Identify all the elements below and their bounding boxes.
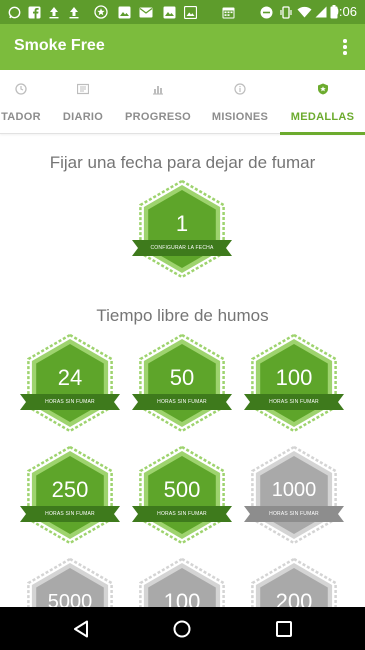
medal-caption: HORAS SIN FUMAR [157, 399, 207, 405]
shield-icon [317, 82, 329, 95]
medal-number: 250 [51, 477, 89, 503]
section-title-smoke-free-time: Tiempo libre de humos [96, 306, 269, 325]
star-badge-icon [93, 4, 109, 20]
upload-icon [46, 4, 62, 20]
tab-label: PROGRESO [125, 111, 191, 123]
back-icon[interactable] [70, 617, 94, 641]
medal-number: 50 [169, 365, 195, 391]
recents-icon[interactable] [272, 617, 296, 641]
status-bar: 9:06 [0, 0, 365, 24]
tab-medals[interactable]: MEDALLAS [280, 70, 365, 135]
status-time: 9:06 [331, 4, 357, 19]
medal-number: 1000 [271, 478, 317, 501]
medal-badge[interactable]: 1 CONFIGURAR LA FECHA [132, 179, 232, 279]
medal-caption: HORAS SIN FUMAR [269, 399, 319, 405]
medal-badge[interactable]: 250 HORAS SIN FUMAR [20, 445, 120, 545]
image-icon [116, 4, 132, 20]
upload-icon [66, 4, 82, 20]
tab-diary[interactable]: DIARIO [60, 70, 106, 134]
medal-badge[interactable]: 1000 HORAS SIN FUMAR [244, 445, 344, 545]
medal-badge[interactable]: 24 HORAS SIN FUMAR [20, 333, 120, 433]
tab-label: MISIONES [211, 111, 269, 123]
medal-caption: CONFIGURAR LA FECHA [150, 245, 214, 251]
screen: 9:06 Smoke Free TADOR DIARIO PROGRESO MI… [0, 0, 365, 650]
chart-icon [152, 82, 164, 95]
tab-label: DIARIO [62, 111, 104, 123]
app-title: Smoke Free [14, 37, 105, 54]
calendar-icon [220, 4, 236, 20]
medal-number: 1 [175, 211, 189, 237]
medal-number: 24 [57, 365, 83, 391]
mail-icon [138, 4, 154, 20]
whatsapp-icon [6, 4, 22, 20]
wifi-icon [296, 4, 312, 20]
tab-label: MEDALLAS [290, 111, 355, 123]
home-icon[interactable] [170, 617, 194, 641]
medal-caption: HORAS SIN FUMAR [45, 511, 95, 517]
tab-bar: TADOR DIARIO PROGRESO MISIONES MEDALLAS [0, 70, 365, 135]
medal-badge[interactable]: 100 HORAS SIN FUMAR [244, 333, 344, 433]
medal-caption: HORAS SIN FUMAR [157, 511, 207, 517]
tab-counter[interactable]: TADOR [0, 70, 60, 134]
tab-label: TADOR [1, 111, 41, 123]
dnd-icon [258, 4, 274, 20]
medal-number: 100 [275, 365, 313, 391]
photo-icon [182, 4, 198, 20]
facebook-icon [26, 4, 42, 20]
vibrate-icon [278, 4, 294, 20]
info-icon [234, 82, 246, 95]
medal-caption: HORAS SIN FUMAR [269, 511, 319, 517]
counter-icon [15, 82, 27, 95]
medal-number: 500 [163, 477, 201, 503]
navigation-bar [0, 607, 365, 650]
overflow-menu-button[interactable] [335, 36, 355, 58]
medal-badge[interactable]: 500 HORAS SIN FUMAR [132, 445, 232, 545]
tab-missions[interactable]: MISIONES [206, 70, 274, 134]
image-icon [161, 4, 177, 20]
medal-badge[interactable]: 50 HORAS SIN FUMAR [132, 333, 232, 433]
diary-icon [76, 82, 90, 95]
app-bar: Smoke Free [0, 24, 365, 70]
tab-progress[interactable]: PROGRESO [122, 70, 194, 134]
section-title-quit-date: Fijar una fecha para dejar de fumar [49, 153, 316, 172]
medal-caption: HORAS SIN FUMAR [45, 399, 95, 405]
